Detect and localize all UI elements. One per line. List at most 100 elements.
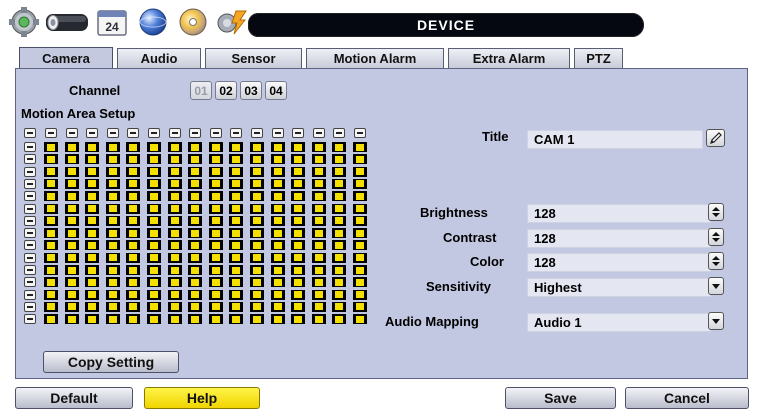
- motion-grid-cell[interactable]: [85, 178, 100, 189]
- motion-grid-cell[interactable]: [188, 166, 203, 177]
- motion-grid-cell[interactable]: [229, 154, 244, 165]
- motion-grid-cell[interactable]: [229, 240, 244, 251]
- motion-grid-cell[interactable]: [353, 314, 367, 325]
- motion-grid-cell[interactable]: [250, 301, 264, 312]
- color-field[interactable]: 128: [527, 253, 711, 272]
- motion-grid-cell[interactable]: [332, 265, 347, 275]
- motion-grid-cell[interactable]: [167, 228, 182, 239]
- motion-grid-cell[interactable]: [105, 142, 120, 152]
- motion-grid-cell[interactable]: [270, 228, 285, 239]
- motion-grid-cell[interactable]: [332, 301, 347, 312]
- motion-grid-cell[interactable]: [353, 265, 367, 275]
- disc-icon[interactable]: [173, 7, 213, 37]
- row-select-button[interactable]: [24, 178, 36, 189]
- column-select-button[interactable]: [354, 128, 366, 138]
- motion-grid-cell[interactable]: [105, 240, 120, 251]
- motion-grid-cell[interactable]: [44, 154, 58, 165]
- motion-grid-cell[interactable]: [332, 289, 347, 300]
- motion-grid-cell[interactable]: [353, 154, 367, 165]
- motion-grid-cell[interactable]: [126, 178, 141, 189]
- motion-grid-cell[interactable]: [353, 142, 367, 152]
- motion-grid-cell[interactable]: [270, 265, 285, 275]
- motion-grid-cell[interactable]: [229, 203, 244, 214]
- motion-grid-cell[interactable]: [311, 154, 326, 165]
- motion-grid-cell[interactable]: [270, 142, 285, 152]
- motion-grid-cell[interactable]: [64, 301, 79, 312]
- motion-grid-cell[interactable]: [270, 166, 285, 177]
- motion-grid-cell[interactable]: [332, 314, 347, 325]
- motion-grid-cell[interactable]: [147, 166, 161, 177]
- motion-grid-cell[interactable]: [126, 277, 141, 288]
- motion-grid-cell[interactable]: [270, 277, 285, 288]
- motion-grid-cell[interactable]: [291, 301, 306, 312]
- motion-grid-cell[interactable]: [188, 142, 203, 152]
- motion-grid-cell[interactable]: [167, 166, 182, 177]
- motion-grid-cell[interactable]: [85, 289, 100, 300]
- motion-grid-cell[interactable]: [250, 154, 264, 165]
- motion-grid-cell[interactable]: [64, 154, 79, 165]
- motion-grid-cell[interactable]: [229, 142, 244, 152]
- motion-grid-cell[interactable]: [188, 228, 203, 239]
- motion-grid-cell[interactable]: [208, 215, 223, 226]
- motion-grid-cell[interactable]: [85, 277, 100, 288]
- motion-grid-cell[interactable]: [126, 166, 141, 177]
- motion-grid-cell[interactable]: [250, 191, 264, 202]
- column-select-button[interactable]: [65, 128, 78, 138]
- motion-grid-cell[interactable]: [147, 228, 161, 239]
- motion-grid-cell[interactable]: [332, 166, 347, 177]
- motion-grid-cell[interactable]: [44, 203, 58, 214]
- motion-grid-cell[interactable]: [188, 215, 203, 226]
- motion-grid-cell[interactable]: [229, 314, 244, 325]
- motion-area-grid[interactable]: [24, 128, 378, 328]
- motion-grid-cell[interactable]: [105, 191, 120, 202]
- save-button[interactable]: Save: [505, 387, 616, 409]
- motion-grid-cell[interactable]: [291, 166, 306, 177]
- motion-grid-cell[interactable]: [311, 277, 326, 288]
- column-select-button[interactable]: [292, 128, 305, 138]
- motion-grid-cell[interactable]: [44, 252, 58, 263]
- motion-grid-cell[interactable]: [311, 240, 326, 251]
- motion-grid-cell[interactable]: [147, 203, 161, 214]
- row-select-button[interactable]: [24, 265, 36, 275]
- calendar-icon[interactable]: 24: [95, 7, 129, 37]
- motion-grid-cell[interactable]: [353, 240, 367, 251]
- motion-grid-cell[interactable]: [105, 277, 120, 288]
- motion-grid-cell[interactable]: [64, 240, 79, 251]
- motion-grid-cell[interactable]: [85, 228, 100, 239]
- motion-grid-cell[interactable]: [353, 277, 367, 288]
- column-select-button[interactable]: [148, 128, 160, 138]
- motion-grid-cell[interactable]: [332, 191, 347, 202]
- row-select-button[interactable]: [24, 166, 36, 177]
- motion-grid-cell[interactable]: [167, 154, 182, 165]
- motion-grid-cell[interactable]: [229, 289, 244, 300]
- motion-grid-cell[interactable]: [208, 203, 223, 214]
- copy-setting-button[interactable]: Copy Setting: [43, 351, 179, 373]
- motion-grid-cell[interactable]: [147, 191, 161, 202]
- row-select-button[interactable]: [24, 191, 36, 202]
- motion-grid-cell[interactable]: [291, 142, 306, 152]
- motion-grid-cell[interactable]: [147, 215, 161, 226]
- column-select-button[interactable]: [312, 128, 325, 138]
- tab-ptz[interactable]: PTZ: [574, 48, 623, 68]
- motion-grid-cell[interactable]: [188, 178, 203, 189]
- motion-grid-cell[interactable]: [291, 277, 306, 288]
- motion-grid-cell[interactable]: [44, 277, 58, 288]
- motion-grid-cell[interactable]: [126, 301, 141, 312]
- motion-grid-cell[interactable]: [353, 228, 367, 239]
- network-icon[interactable]: [134, 7, 172, 37]
- motion-grid-cell[interactable]: [229, 228, 244, 239]
- motion-grid-cell[interactable]: [270, 215, 285, 226]
- column-select-button[interactable]: [271, 128, 284, 138]
- motion-grid-cell[interactable]: [270, 314, 285, 325]
- motion-grid-cell[interactable]: [64, 191, 79, 202]
- motion-grid-cell[interactable]: [105, 265, 120, 275]
- motion-grid-cell[interactable]: [44, 142, 58, 152]
- motion-grid-cell[interactable]: [64, 252, 79, 263]
- column-select-button[interactable]: [333, 128, 346, 138]
- column-select-button[interactable]: [209, 128, 222, 138]
- motion-grid-cell[interactable]: [311, 191, 326, 202]
- title-field[interactable]: CAM 1: [527, 130, 703, 149]
- motion-grid-cell[interactable]: [147, 178, 161, 189]
- motion-grid-cell[interactable]: [85, 166, 100, 177]
- motion-grid-cell[interactable]: [64, 142, 79, 152]
